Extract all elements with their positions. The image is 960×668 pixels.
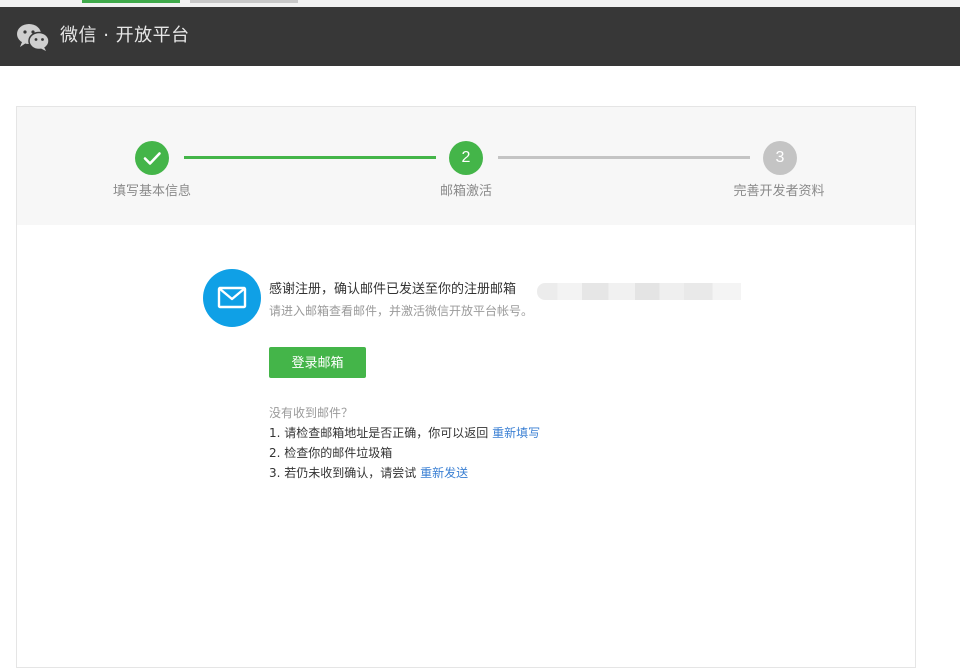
help-section: 没有收到邮件？ 1. 请检查邮箱地址是否正确，你可以返回 重新填写 2. 检查你… xyxy=(269,403,540,483)
step-1-circle xyxy=(135,141,169,175)
step-2-circle: 2 xyxy=(449,141,483,175)
notice-title: 感谢注册，确认邮件已发送至你的注册邮箱 xyxy=(269,282,517,297)
step-bar-completed xyxy=(184,156,436,159)
help-line-3-text: 3. 若仍未收到确认，请尝试 xyxy=(269,466,417,480)
help-line-3: 3. 若仍未收到确认，请尝试 重新发送 xyxy=(269,463,540,483)
activation-content: 感谢注册，确认邮件已发送至你的注册邮箱 请进入邮箱查看邮件，并激活微信开放平台帐… xyxy=(17,225,915,667)
mail-icon xyxy=(217,286,247,309)
registration-card: 填写基本信息 2 邮箱激活 3 完善开发者资料 感谢注册，确认邮件已发送至你的注… xyxy=(16,106,916,668)
resend-link[interactable]: 重新发送 xyxy=(420,466,468,480)
help-question: 没有收到邮件？ xyxy=(269,406,354,420)
refill-link[interactable]: 重新填写 xyxy=(492,426,540,440)
brand-title[interactable]: 微信 · 开放平台 xyxy=(60,24,190,48)
browser-tab-strip xyxy=(0,0,960,7)
browser-tab-active[interactable] xyxy=(82,0,180,3)
step-3-circle: 3 xyxy=(763,141,797,175)
top-header: 微信 · 开放平台 xyxy=(0,7,960,66)
check-icon xyxy=(143,152,161,165)
login-mailbox-button[interactable]: 登录邮箱 xyxy=(269,347,366,378)
browser-tab[interactable] xyxy=(190,0,298,3)
step-bar-pending xyxy=(498,156,750,159)
email-address-redacted xyxy=(537,283,741,300)
step-3-label: 完善开发者资料 xyxy=(733,184,825,199)
help-line-2: 2. 检查你的邮件垃圾箱 xyxy=(269,446,393,460)
help-line-1-text: 1. 请检查邮箱地址是否正确，你可以返回 xyxy=(269,426,489,440)
wechat-logo-icon[interactable] xyxy=(16,23,50,51)
notice-subtitle: 请进入邮箱查看邮件，并激活微信开放平台帐号。 xyxy=(269,304,534,318)
mail-badge xyxy=(203,269,261,327)
help-line-1: 1. 请检查邮箱地址是否正确，你可以返回 重新填写 xyxy=(269,423,540,443)
step-1-label: 填写基本信息 xyxy=(112,184,191,199)
step-progress: 填写基本信息 2 邮箱激活 3 完善开发者资料 xyxy=(17,107,915,225)
step-2-label: 邮箱激活 xyxy=(439,184,492,199)
